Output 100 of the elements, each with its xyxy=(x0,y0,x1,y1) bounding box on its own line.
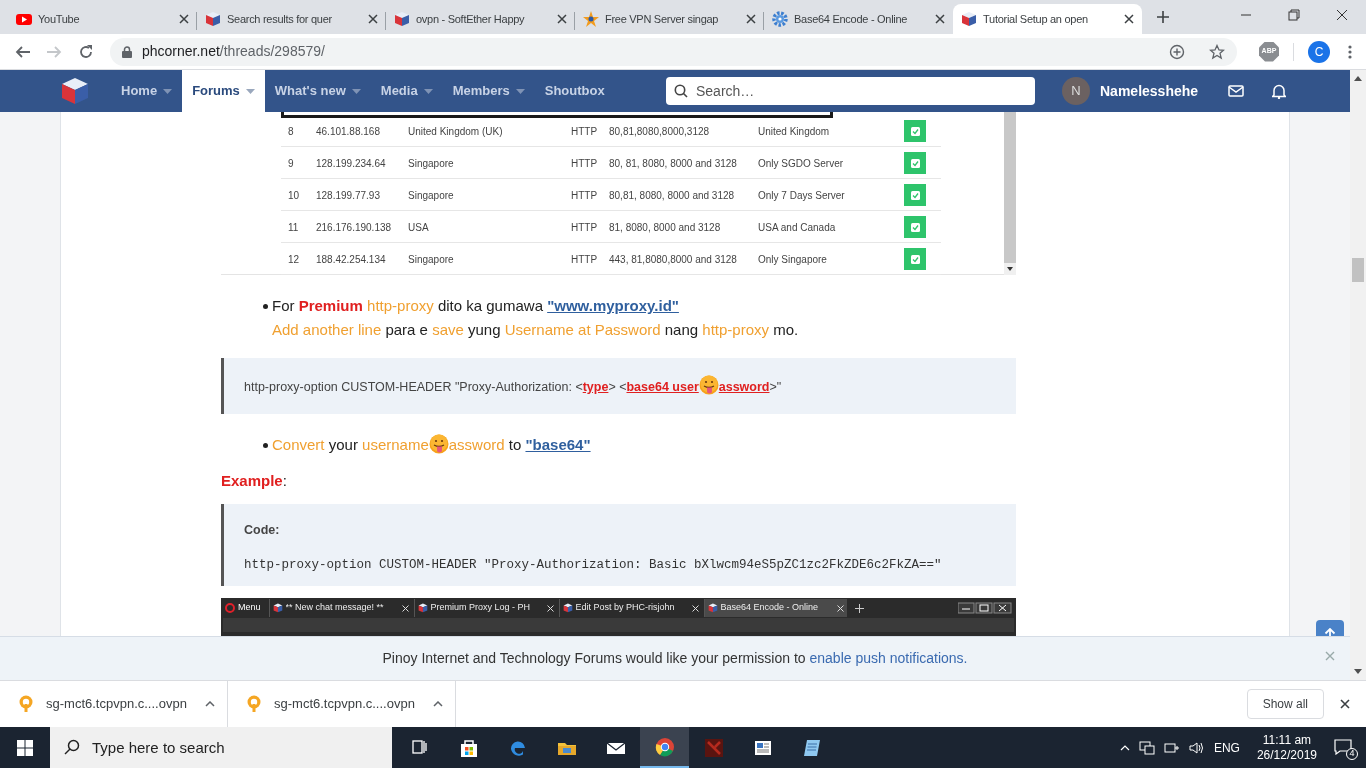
quote-text: http-proxy-option CUSTOM-HEADER "Proxy-Authorization: <type> <base64 user assword>" xyxy=(244,375,782,397)
add-circle-icon[interactable] xyxy=(1169,43,1185,60)
star-icon xyxy=(583,11,599,27)
table-cell-text: 80,81, 8080, 8000 and 3128 xyxy=(609,189,735,203)
browser-tab[interactable]: Edit Post by PHC-risjohn xyxy=(558,599,702,617)
emoji-icon xyxy=(428,434,449,454)
link[interactable]: type xyxy=(582,380,609,395)
chevron-up-icon[interactable] xyxy=(204,701,215,707)
user-avatar[interactable]: N xyxy=(1062,77,1090,105)
show-all-button[interactable]: Show all xyxy=(1246,689,1324,719)
windows-start-icon[interactable] xyxy=(17,739,33,756)
code-label: Code: xyxy=(244,522,281,539)
bullet-text: Convert your username assword to "base64" xyxy=(272,434,591,456)
table-cell-text: 443, 81,8080,8000 and 3128 xyxy=(609,253,737,267)
power-plug-icon[interactable] xyxy=(1163,740,1180,755)
link[interactable]: enable push notifications. xyxy=(809,650,968,666)
menu-button[interactable]: Menu xyxy=(238,601,261,615)
browser-tab[interactable]: Base64 Encode - Online xyxy=(764,4,953,34)
close-icon[interactable] xyxy=(1124,14,1134,24)
nav-tab[interactable]: What's new xyxy=(264,70,371,112)
nav-tab[interactable]: Members xyxy=(442,70,535,112)
bookmark-star-icon[interactable] xyxy=(1209,43,1225,60)
table-cell-text: HTTP xyxy=(571,189,598,203)
link[interactable]: "www.myproxy.id" xyxy=(547,297,679,314)
address-bar[interactable]: phcorner.net/threads/298579/ xyxy=(110,37,1237,66)
profile-avatar[interactable]: C xyxy=(1308,40,1330,63)
table-cell-text: Only SGDO Server xyxy=(758,157,844,171)
table-cell-text: 80,81,8080,8000,3128 xyxy=(609,125,710,139)
close-icon[interactable] xyxy=(368,14,378,24)
search-field[interactable]: Search… xyxy=(666,77,1035,105)
close-icon[interactable] xyxy=(1336,9,1348,21)
mail-icon[interactable] xyxy=(1228,85,1245,97)
code-text: http-proxy-option CUSTOM-HEADER "Proxy-Authorization: Basic bXlwcm94eS5pZC1zc2FkZDE6c2FkZA==" xyxy=(244,556,943,574)
browser-tab[interactable]: Search results for quer xyxy=(197,4,386,34)
close-icon[interactable] xyxy=(557,14,567,24)
notification-text: Pinoy Internet and Technology Forums would like your permission to enable push notifications. xyxy=(382,649,968,668)
emoji-icon xyxy=(698,375,719,396)
cube-icon xyxy=(272,603,283,613)
game-icon xyxy=(703,737,724,758)
window-controls-icon[interactable] xyxy=(958,602,1012,614)
nav-tab[interactable]: Forums xyxy=(182,70,265,112)
close-icon[interactable] xyxy=(746,14,756,24)
nav-tab[interactable]: Shoutbox xyxy=(534,70,615,112)
scroll-down-icon[interactable] xyxy=(1354,669,1362,674)
table-cell-text: HTTP xyxy=(571,125,598,139)
link[interactable]: "base64" xyxy=(525,436,591,453)
new-tab-icon[interactable] xyxy=(1156,10,1170,24)
table-cell-text: Only 7 Days Server xyxy=(758,189,845,203)
url-text[interactable]: phcorner.net/threads/298579/ xyxy=(142,41,325,62)
link[interactable]: assword xyxy=(718,380,770,395)
browser-tab[interactable]: ovpn - SoftEther Happy xyxy=(386,4,575,34)
scroll-up-icon[interactable] xyxy=(1354,76,1362,81)
table-cell-text: 8 xyxy=(288,125,294,139)
browser-tab[interactable]: Free VPN Server singap xyxy=(575,4,764,34)
cube-icon xyxy=(417,603,428,613)
table-cell-text: HTTP xyxy=(571,157,598,171)
table-cell-text: 10 xyxy=(288,189,300,203)
browser-tab[interactable]: Tutorial Setup an open xyxy=(953,4,1142,34)
nav-tab[interactable]: Media xyxy=(370,70,443,112)
browser-tab[interactable]: Premium Proxy Log - PH xyxy=(413,599,557,617)
table-cell-text: 9 xyxy=(288,157,294,171)
lock-icon xyxy=(122,45,132,58)
table-cell-text: USA and Canada xyxy=(758,221,836,235)
close-icon[interactable] xyxy=(1340,699,1350,709)
clock-date[interactable]: 26/12/2019 xyxy=(1256,747,1317,763)
chrome-icon xyxy=(654,736,675,757)
search-icon xyxy=(674,84,688,98)
taskbar-search-field[interactable]: Type here to search xyxy=(50,727,392,768)
browser-tab[interactable]: YouTube xyxy=(8,4,197,34)
username-link[interactable]: Namelesshehe xyxy=(1100,80,1199,102)
table-cell-text: 216.176.190.138 xyxy=(316,221,392,235)
back-icon[interactable] xyxy=(15,43,31,60)
cube-icon xyxy=(707,603,718,613)
taskbar-app-button[interactable] xyxy=(640,727,689,768)
network-icon[interactable] xyxy=(1138,740,1155,755)
language-indicator[interactable]: ENG xyxy=(1213,738,1240,757)
browser-tab[interactable]: ** New chat message! ** xyxy=(268,599,412,617)
store-bag-icon xyxy=(458,737,479,758)
notification-center-button[interactable]: 4 xyxy=(1334,736,1356,759)
browser-tab[interactable]: Base64 Encode - Online xyxy=(703,599,847,617)
table-cell-text: Singapore xyxy=(408,157,454,171)
logo-icon[interactable] xyxy=(60,76,90,106)
table-cell-text: Only Singapore xyxy=(758,253,827,267)
notification-count: 4 xyxy=(1346,747,1358,760)
restore-icon[interactable] xyxy=(1288,9,1300,21)
close-icon[interactable] xyxy=(179,14,189,24)
table-cell-text: United Kingdom xyxy=(758,125,830,139)
volume-icon[interactable] xyxy=(1188,740,1205,755)
link[interactable]: base64 user xyxy=(626,380,699,395)
bell-icon[interactable] xyxy=(1272,83,1287,99)
reload-icon[interactable] xyxy=(78,43,94,60)
clock-time[interactable]: 11:11 am xyxy=(1262,732,1312,748)
youtube-icon xyxy=(16,11,32,27)
menu-icon[interactable] xyxy=(1348,43,1352,60)
scroll-thumb[interactable] xyxy=(1352,258,1364,282)
nav-tab[interactable]: Home xyxy=(111,70,183,112)
chevron-up-icon[interactable] xyxy=(432,701,443,707)
close-icon[interactable] xyxy=(935,14,945,24)
opera-icon xyxy=(225,603,235,613)
table-cell-text: 46.101.88.168 xyxy=(316,125,380,139)
